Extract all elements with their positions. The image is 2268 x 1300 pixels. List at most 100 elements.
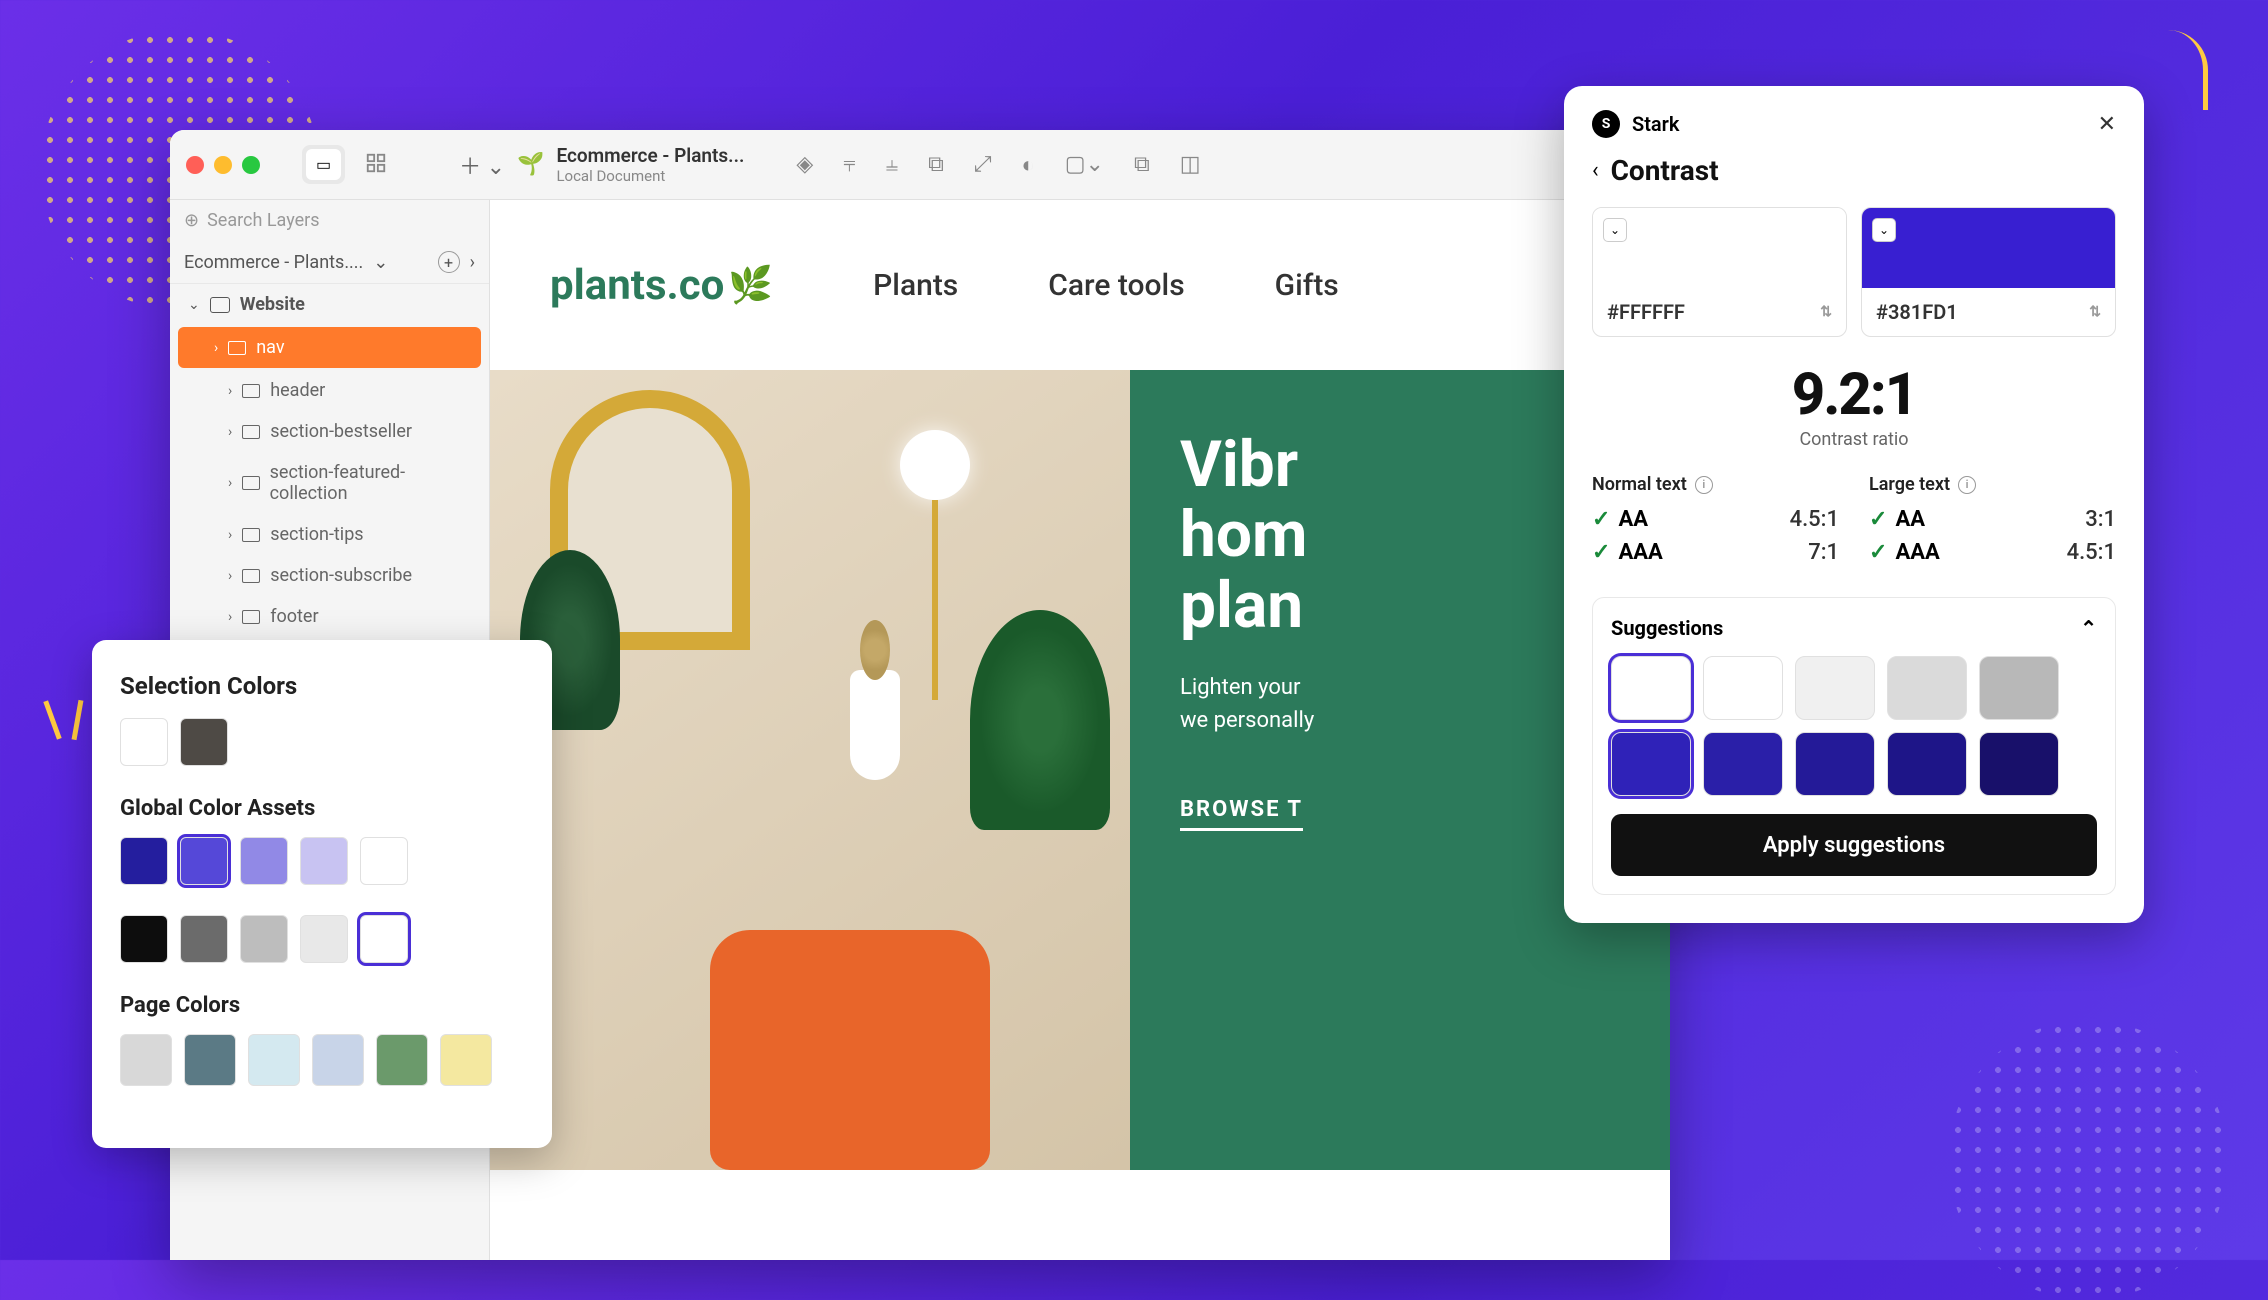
layer-label: nav xyxy=(256,337,284,358)
background-color-input[interactable]: ⌄ #381FD1 ⇅ xyxy=(1861,207,2116,337)
chevron-up-icon[interactable]: ⌃ xyxy=(2080,616,2097,640)
suggestion-swatch[interactable] xyxy=(1703,656,1783,720)
minimize-icon[interactable] xyxy=(214,156,232,174)
color-swatch[interactable] xyxy=(240,915,288,963)
color-swatch[interactable] xyxy=(360,837,408,885)
stepper-icon[interactable]: ⇅ xyxy=(1820,304,1832,320)
document-title: Ecommerce - Plants... xyxy=(556,144,744,167)
color-swatch[interactable] xyxy=(376,1034,428,1086)
align-top-icon[interactable]: ⫧ xyxy=(843,152,855,177)
suggestion-swatch[interactable] xyxy=(1795,732,1875,796)
color-swatch[interactable] xyxy=(248,1034,300,1086)
check-icon: ✓ xyxy=(1869,507,1887,532)
layer-header[interactable]: › header xyxy=(170,370,489,411)
page-colors-row xyxy=(120,1034,524,1086)
layer-nav[interactable]: › nav xyxy=(178,327,481,368)
resize-icon[interactable]: ▢⌄ xyxy=(1065,152,1104,177)
close-icon[interactable] xyxy=(186,156,204,174)
apply-suggestions-button[interactable]: Apply suggestions xyxy=(1611,814,2097,876)
layer-section-bestseller[interactable]: › section-bestseller xyxy=(170,411,489,452)
site-navigation: plants.co 🌿 Plants Care tools Gifts xyxy=(490,200,1670,370)
contrast-color-inputs: ⌄ #FFFFFF ⇅ ⌄ #381FD1 ⇅ xyxy=(1592,207,2116,337)
add-page-icon[interactable]: + xyxy=(438,251,460,273)
suggestion-swatch[interactable] xyxy=(1887,656,1967,720)
design-canvas[interactable]: plants.co 🌿 Plants Care tools Gifts xyxy=(490,200,1670,1260)
color-swatch[interactable] xyxy=(360,915,408,963)
component-icon[interactable]: ◈ xyxy=(796,152,813,177)
layer-section-subscribe[interactable]: › section-subscribe xyxy=(170,555,489,596)
check-icon: ✓ xyxy=(1869,540,1887,565)
chevron-down-icon[interactable]: ⌄ xyxy=(1603,218,1627,242)
color-swatch[interactable] xyxy=(440,1034,492,1086)
page-breadcrumb[interactable]: Ecommerce - Plants.... ⌄ + › xyxy=(170,241,489,284)
page-colors-title: Page Colors xyxy=(120,993,524,1018)
info-icon[interactable]: i xyxy=(1695,476,1713,494)
color-swatch[interactable] xyxy=(300,915,348,963)
suggestion-swatch[interactable] xyxy=(1611,656,1691,720)
color-swatch[interactable] xyxy=(184,1034,236,1086)
chevron-right-icon: › xyxy=(228,475,232,491)
foreground-color-input[interactable]: ⌄ #FFFFFF ⇅ xyxy=(1592,207,1847,337)
stark-plugin-panel: S Stark ✕ ‹ Contrast ⌄ #FFFFFF ⇅ ⌄ #381F… xyxy=(1564,86,2144,923)
align-middle-icon[interactable]: ⫨ xyxy=(886,152,898,177)
stark-title: Contrast xyxy=(1611,154,1719,187)
sidebar-view-icon[interactable]: ▭ xyxy=(306,149,341,180)
suggestion-light-row xyxy=(1611,656,2097,720)
background-hex: #381FD1 xyxy=(1876,300,1958,324)
compliance-row: ✓ AAA 4.5:1 xyxy=(1869,540,2116,565)
scale-icon[interactable]: ⤢ xyxy=(974,152,992,177)
nav-link-care-tools[interactable]: Care tools xyxy=(1048,268,1184,303)
suggestion-swatch[interactable] xyxy=(1887,732,1967,796)
hero-cta-link[interactable]: BROWSE T xyxy=(1180,797,1303,831)
color-swatch[interactable] xyxy=(120,718,168,766)
level-label: AA xyxy=(1895,507,1925,532)
suggestion-swatch[interactable] xyxy=(1703,732,1783,796)
color-swatch[interactable] xyxy=(120,1034,172,1086)
layer-website[interactable]: ⌄ Website xyxy=(170,284,489,325)
site-nav-links: Plants Care tools Gifts xyxy=(873,268,1339,303)
color-swatch[interactable] xyxy=(312,1034,364,1086)
folder-icon xyxy=(242,384,260,398)
color-swatch[interactable] xyxy=(120,915,168,963)
close-icon[interactable]: ✕ xyxy=(2098,112,2116,137)
mask-icon[interactable]: ◐ xyxy=(1021,152,1034,178)
view-toggle[interactable]: ▭ xyxy=(302,145,345,184)
color-swatch[interactable] xyxy=(180,915,228,963)
search-layers[interactable]: ⊕ Search Layers xyxy=(170,200,489,241)
stark-brand-name: Stark xyxy=(1632,112,1679,136)
union-icon[interactable]: ◫ xyxy=(1180,152,1201,177)
nav-link-plants[interactable]: Plants xyxy=(873,268,958,303)
color-swatch[interactable] xyxy=(300,837,348,885)
group-icon[interactable]: ⧉ xyxy=(928,152,944,177)
grid-view-icon[interactable] xyxy=(365,152,387,178)
layer-footer[interactable]: › footer xyxy=(170,596,489,637)
color-swatch[interactable] xyxy=(240,837,288,885)
stepper-icon[interactable]: ⇅ xyxy=(2089,304,2101,320)
level-label: AAA xyxy=(1895,540,1939,565)
suggestion-swatch[interactable] xyxy=(1979,732,2059,796)
back-icon[interactable]: ‹ xyxy=(1592,158,1599,183)
info-icon[interactable]: i xyxy=(1958,476,1976,494)
suggestion-swatch[interactable] xyxy=(1979,656,2059,720)
hero-title-line: plan xyxy=(1180,571,1620,641)
stark-logo-icon: S xyxy=(1592,110,1620,138)
chair-decoration xyxy=(710,930,990,1170)
layer-section-tips[interactable]: › section-tips xyxy=(170,514,489,555)
boolean-icon[interactable]: ⧉ xyxy=(1134,152,1150,177)
suggestion-swatch[interactable] xyxy=(1611,732,1691,796)
document-title-block: ＋ ⌄ 🌱 Ecommerce - Plants... Local Docume… xyxy=(459,144,744,185)
compliance-grid: Normal text i ✓ AA 4.5:1 ✓ AAA 7:1 Large… xyxy=(1592,474,2116,573)
global-colors-row-2 xyxy=(120,915,524,963)
color-swatch[interactable] xyxy=(120,837,168,885)
maximize-icon[interactable] xyxy=(242,156,260,174)
layer-label: section-subscribe xyxy=(270,565,412,586)
folder-icon xyxy=(242,425,260,439)
suggestion-swatch[interactable] xyxy=(1795,656,1875,720)
chevron-down-icon[interactable]: ⌄ xyxy=(1872,218,1896,242)
add-page-button[interactable]: ＋ ⌄ xyxy=(459,149,505,181)
nav-link-gifts[interactable]: Gifts xyxy=(1275,268,1339,303)
chevron-down-icon: ⌄ xyxy=(188,297,200,313)
layer-section-featured[interactable]: › section-featured-collection xyxy=(170,452,489,514)
color-swatch[interactable] xyxy=(180,837,228,885)
color-swatch[interactable] xyxy=(180,718,228,766)
